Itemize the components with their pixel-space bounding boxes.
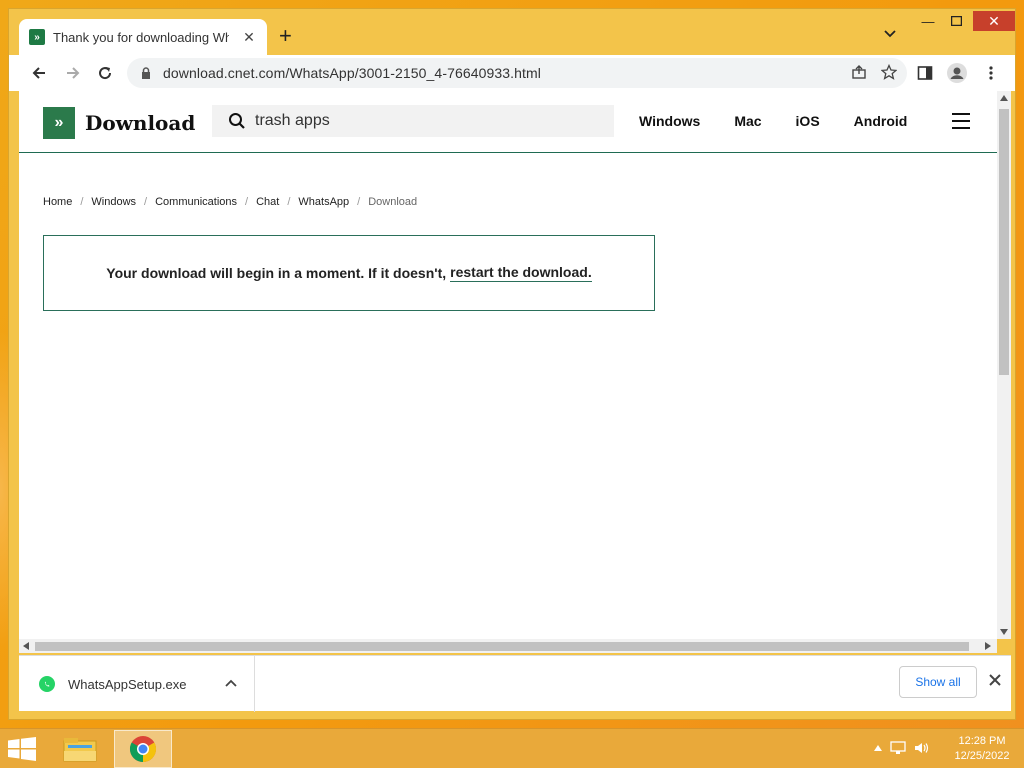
bookmark-star-icon[interactable] <box>881 64 897 80</box>
vertical-scrollbar[interactable] <box>997 91 1011 639</box>
scroll-up-icon[interactable] <box>1000 95 1008 101</box>
url-text[interactable]: download.cnet.com/WhatsApp/3001-2150_4-7… <box>163 65 541 81</box>
breadcrumb-separator: / <box>245 196 249 208</box>
hamburger-menu-icon[interactable] <box>952 113 970 129</box>
notice-text: Your download will begin in a moment. If… <box>106 265 447 281</box>
new-tab-button[interactable]: + <box>279 25 292 47</box>
nav-ios[interactable]: iOS <box>796 113 820 129</box>
download-file-name[interactable]: WhatsAppSetup.exe <box>68 677 187 692</box>
site-header: » Download trash apps Windows Mac iOS An… <box>19 91 997 153</box>
download-notice: Your download will begin in a moment. If… <box>43 235 655 311</box>
forward-button[interactable] <box>63 63 83 83</box>
reload-icon <box>99 67 112 80</box>
lock-icon[interactable] <box>141 67 151 79</box>
download-shelf: WhatsAppSetup.exe Show all <box>19 655 1011 712</box>
breadcrumb-separator: / <box>287 196 291 208</box>
chevron-up-icon[interactable] <box>225 678 237 688</box>
scroll-right-icon[interactable] <box>985 642 991 650</box>
clock-time: 12:28 PM <box>958 735 1006 747</box>
side-panel-button[interactable] <box>915 63 935 83</box>
logo-text: Download <box>85 111 196 135</box>
volume-icon[interactable] <box>914 741 930 755</box>
menu-button[interactable] <box>981 63 1001 83</box>
forward-arrow-icon <box>67 67 80 79</box>
breadcrumb-home[interactable]: Home <box>43 196 72 208</box>
back-arrow-icon <box>32 67 45 79</box>
breadcrumb-whatsapp[interactable]: WhatsApp <box>298 196 349 208</box>
browser-tab[interactable]: » Thank you for downloading WhatsApp ✕ <box>19 19 267 55</box>
browser-toolbar: download.cnet.com/WhatsApp/3001-2150_4-7… <box>9 55 1015 91</box>
tab-strip: » Thank you for downloading WhatsApp ✕ +… <box>9 9 1015 55</box>
breadcrumb-communications[interactable]: Communications <box>155 196 237 208</box>
scroll-left-icon[interactable] <box>23 642 29 650</box>
whatsapp-icon <box>39 676 55 692</box>
breadcrumb-separator: / <box>80 196 84 208</box>
clock-date: 12/25/2022 <box>954 750 1010 762</box>
breadcrumb-separator: / <box>144 196 148 208</box>
address-bar[interactable]: download.cnet.com/WhatsApp/3001-2150_4-7… <box>127 58 907 88</box>
breadcrumb: Home / Windows / Communications / Chat / Wha… <box>43 196 417 208</box>
side-panel-icon <box>917 66 933 80</box>
kebab-menu-icon <box>989 66 993 80</box>
show-all-button[interactable]: Show all <box>899 666 977 698</box>
windows-start-icon[interactable] <box>8 737 36 761</box>
browser-window: » Thank you for downloading WhatsApp ✕ +… <box>8 8 1016 720</box>
breadcrumb-separator: / <box>357 196 361 208</box>
system-clock[interactable]: 12:28 PM 12/25/2022 <box>948 734 1016 764</box>
download-logo-icon: » <box>43 107 75 139</box>
download-favicon-icon: » <box>29 29 45 45</box>
back-button[interactable] <box>29 63 49 83</box>
breadcrumb-windows[interactable]: Windows <box>91 196 136 208</box>
breadcrumb-chat[interactable]: Chat <box>256 196 279 208</box>
tab-search-chevron-icon[interactable] <box>883 27 897 41</box>
site-search-input[interactable]: trash apps <box>212 105 614 137</box>
window-close-button[interactable]: ✕ <box>973 11 1015 31</box>
file-explorer-icon[interactable] <box>60 733 100 765</box>
reload-button[interactable] <box>95 63 115 83</box>
tab-close-icon[interactable]: ✕ <box>241 29 257 46</box>
share-icon[interactable] <box>851 64 867 80</box>
close-download-bar-icon[interactable] <box>987 672 1003 688</box>
chrome-taskbar-button[interactable] <box>114 730 172 768</box>
download-item[interactable]: WhatsAppSetup.exe <box>19 656 255 712</box>
minimize-button[interactable]: — <box>915 11 941 31</box>
network-icon[interactable] <box>890 741 906 755</box>
horizontal-scroll-thumb[interactable] <box>35 642 969 651</box>
maximize-button[interactable] <box>943 11 969 31</box>
site-nav: Windows Mac iOS Android <box>639 113 941 129</box>
search-icon <box>229 113 245 129</box>
nav-mac[interactable]: Mac <box>734 113 761 129</box>
site-logo[interactable]: » Download <box>43 107 195 139</box>
scroll-down-icon[interactable] <box>1000 629 1008 635</box>
site-search-value[interactable]: trash apps <box>255 112 330 130</box>
horizontal-scrollbar[interactable] <box>19 639 997 653</box>
tab-title: Thank you for downloading WhatsApp <box>53 29 229 45</box>
maximize-icon <box>950 16 962 26</box>
restart-download-link[interactable]: restart the download. <box>450 264 592 282</box>
nav-windows[interactable]: Windows <box>639 113 700 129</box>
breadcrumb-current: Download <box>368 196 418 208</box>
taskbar: 12:28 PM 12/25/2022 <box>0 728 1024 768</box>
vertical-scroll-thumb[interactable] <box>999 109 1009 375</box>
profile-avatar-icon <box>947 63 967 83</box>
page-content: » Download trash apps Windows Mac iOS An… <box>19 91 997 639</box>
show-hidden-icons-icon[interactable] <box>874 745 882 751</box>
nav-android[interactable]: Android <box>854 113 908 129</box>
system-tray <box>874 741 930 755</box>
chrome-icon <box>129 736 157 763</box>
profile-button[interactable] <box>947 63 967 83</box>
